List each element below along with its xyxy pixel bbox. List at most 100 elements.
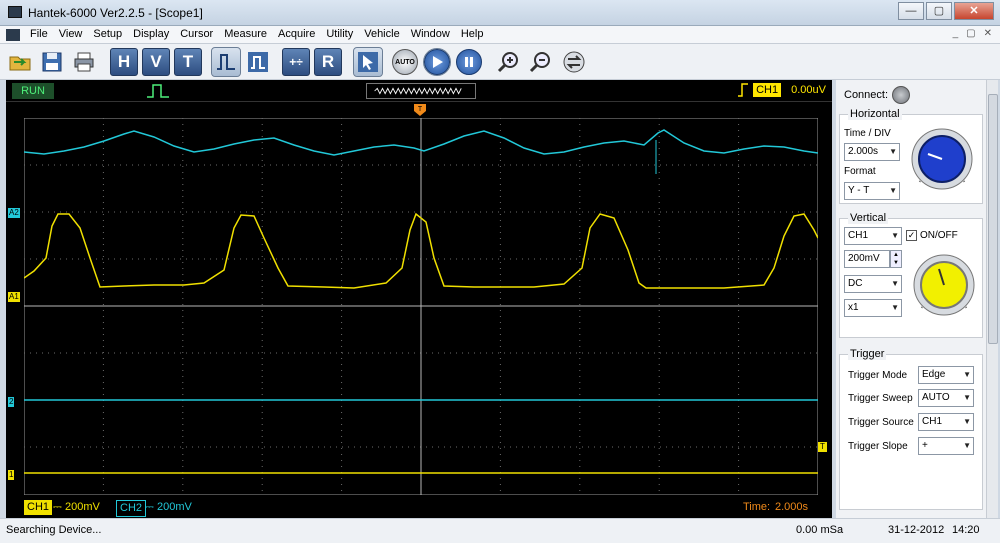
marker-a1[interactable]: A1	[8, 292, 20, 302]
status-time: 14:20	[952, 524, 980, 536]
save-button[interactable]	[38, 48, 66, 76]
reference-button[interactable]: R	[314, 48, 342, 76]
minimize-button[interactable]: —	[898, 2, 924, 20]
menu-measure[interactable]: Measure	[224, 28, 267, 40]
onoff-checkbox[interactable]: ✓	[906, 230, 917, 241]
waveform-overview[interactable]	[366, 83, 476, 99]
marker-ch2[interactable]: 2	[8, 397, 15, 407]
menu-display[interactable]: Display	[133, 28, 169, 40]
menu-cursor[interactable]: Cursor	[180, 28, 213, 40]
scrollbar-thumb[interactable]	[988, 94, 998, 344]
zoom-in-button[interactable]	[494, 48, 522, 76]
menu-vehicle[interactable]: Vehicle	[364, 28, 399, 40]
trigger-level-readout: 0.00uV	[791, 84, 826, 96]
trigger-slope-select[interactable]: +	[918, 437, 974, 455]
horizontal-button[interactable]: H	[110, 48, 138, 76]
volts-div-knob-icon[interactable]	[912, 253, 976, 317]
trigger-mode-label: Trigger Mode	[848, 370, 908, 381]
trigger-slope-value: +	[922, 440, 928, 451]
trigger-level-marker[interactable]: T	[818, 442, 827, 452]
trigger-channel-badge: CH1	[753, 83, 782, 97]
auto-label: AUTO	[395, 58, 415, 66]
time-div-value: 2.000s	[848, 146, 879, 157]
printer-icon	[74, 52, 94, 72]
channel-markers: A2 A1 2 1	[6, 102, 24, 502]
waveform-screen[interactable]	[24, 118, 818, 495]
trigger-position-marker[interactable]: T	[414, 104, 426, 116]
menu-window[interactable]: Window	[411, 28, 450, 40]
pause-button[interactable]	[456, 49, 482, 75]
format-select[interactable]: Y - T	[844, 182, 900, 200]
probe-value: x1	[848, 302, 859, 313]
time-value: 2.000s	[775, 501, 809, 513]
cursor-arrow-icon	[358, 52, 378, 72]
probe-select[interactable]: x1	[844, 299, 902, 317]
mdi-minimize-button[interactable]: _	[953, 28, 959, 39]
sample-rate: 0.00 mSa	[796, 524, 844, 536]
volts-div-spinner[interactable]: ▲ ▼	[890, 250, 902, 268]
pulse-width-button[interactable]	[244, 48, 272, 76]
open-button[interactable]	[6, 48, 34, 76]
scope-status-row: RUN CH1 0.00uV	[6, 80, 832, 102]
trigger-sweep-select[interactable]: AUTO	[918, 389, 974, 407]
mdi-close-button[interactable]: ✕	[984, 28, 992, 39]
rising-edge-button[interactable]	[211, 47, 241, 77]
title-bar: Hantek-6000 Ver2.2.5 - [Scope1] — ▢ ✕	[0, 0, 1000, 26]
vertical-channel-select[interactable]: CH1	[844, 227, 902, 245]
trigger-title: Trigger	[848, 348, 887, 360]
vertical-title: Vertical	[848, 212, 889, 224]
menu-file[interactable]: File	[30, 28, 48, 40]
panel-scrollbar[interactable]	[986, 80, 998, 518]
trigger-mode-select[interactable]: Edge	[918, 366, 974, 384]
menu-utility[interactable]: Utility	[326, 28, 353, 40]
trigger-source-label: Trigger Source	[848, 417, 914, 428]
volts-div-input[interactable]: 200mV	[844, 250, 890, 268]
document-icon[interactable]	[6, 29, 20, 41]
play-button[interactable]	[423, 48, 451, 76]
marker-a2[interactable]: A2	[8, 208, 20, 218]
swap-button[interactable]	[560, 48, 588, 76]
menu-acquire[interactable]: Acquire	[278, 28, 315, 40]
print-button[interactable]	[70, 48, 98, 76]
time-label: Time:	[743, 501, 771, 513]
open-folder-icon	[9, 56, 31, 71]
horizontal-group: Horizontal Time / DIV 2.000s Format Y - …	[839, 108, 983, 204]
menu-help[interactable]: Help	[461, 28, 484, 40]
menu-bar: File View Setup Display Cursor Measure A…	[0, 26, 1000, 44]
format-value: Y - T	[848, 185, 870, 196]
menu-view[interactable]: View	[59, 28, 83, 40]
time-div-knob-icon[interactable]	[910, 127, 974, 191]
trigger-source-select[interactable]: CH1	[918, 413, 974, 431]
maximize-button[interactable]: ▢	[926, 2, 952, 20]
coupling-select[interactable]: DC	[844, 275, 902, 293]
window-controls: — ▢ ✕	[896, 2, 994, 20]
trigger-pulse-icon	[147, 84, 169, 98]
vertical-button[interactable]: V	[142, 48, 170, 76]
marker-ch1[interactable]: 1	[8, 470, 15, 480]
status-message: Searching Device...	[6, 524, 102, 536]
zoom-out-button[interactable]	[526, 48, 554, 76]
mdi-restore-button[interactable]: ▢	[966, 28, 975, 39]
trigger-group: Trigger Trigger Mode Edge Trigger Sweep …	[839, 348, 983, 510]
time-div-select[interactable]: 2.000s	[844, 143, 900, 161]
vertical-channel-value: CH1	[848, 230, 869, 241]
trigger-info: CH1 0.00uV	[737, 83, 826, 97]
close-button[interactable]: ✕	[954, 2, 994, 20]
ch2-scale: 200mV	[157, 501, 192, 513]
zoom-in-icon	[497, 52, 518, 73]
toolbar: H V T +÷ R AUTO	[0, 44, 1000, 80]
vertical-group: Vertical CH1 ✓ ON/OFF 200mV ▲▼ DC x1	[839, 212, 983, 338]
run-indicator: RUN	[12, 83, 54, 99]
trigger-button[interactable]: T	[174, 48, 202, 76]
trigger-mode-value: Edge	[922, 369, 946, 380]
volts-div-value: 200mV	[848, 253, 880, 264]
menu-setup[interactable]: Setup	[93, 28, 122, 40]
auto-button[interactable]: AUTO	[392, 49, 418, 75]
pulse-width-icon	[248, 52, 268, 72]
math-button[interactable]: +÷	[282, 48, 310, 76]
scope-display: RUN CH1 0.00uV T A2 A1 2 1 T CH1 ⎓ 200mV…	[6, 80, 832, 518]
pointer-button[interactable]	[353, 47, 383, 77]
onoff-label: ON/OFF	[920, 230, 958, 241]
coupling-value: DC	[848, 278, 863, 289]
horizontal-title: Horizontal	[848, 108, 902, 120]
